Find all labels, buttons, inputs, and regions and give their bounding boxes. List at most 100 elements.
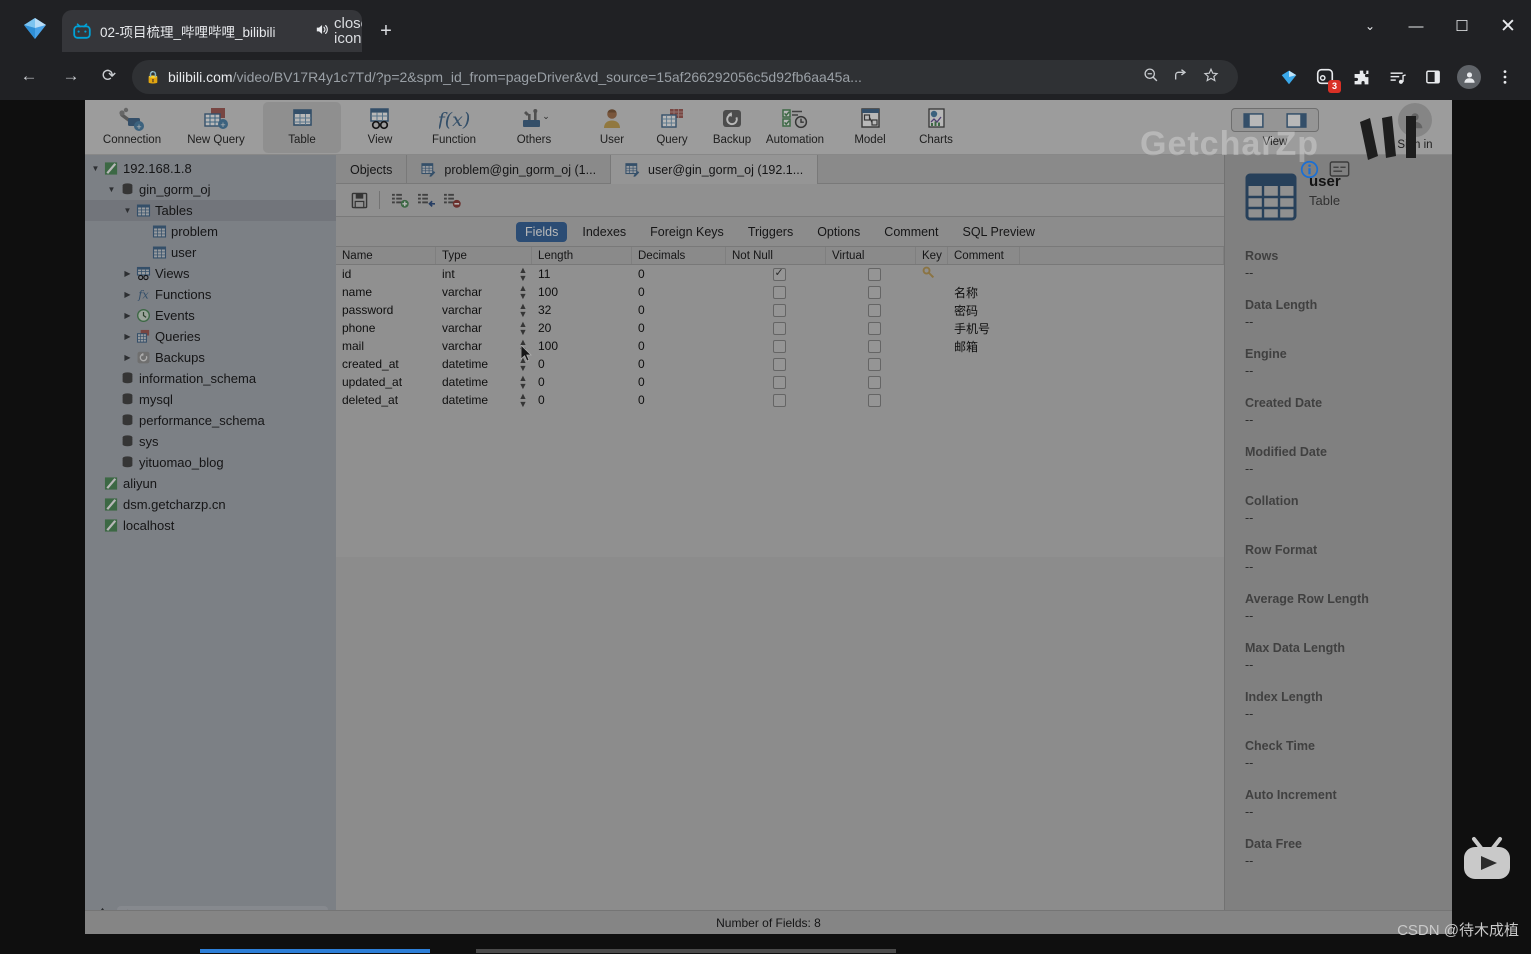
tab-search-icon[interactable]: ⌄ bbox=[1347, 19, 1393, 33]
field-row[interactable]: mailvarchar▲▼1000邮箱 bbox=[336, 337, 1224, 355]
window-close-button[interactable]: ✕ bbox=[1485, 15, 1531, 38]
field-name-cell[interactable]: created_at bbox=[336, 357, 436, 371]
field-row[interactable]: deleted_at datetime ▲ ▼ 0 0 bbox=[336, 391, 1224, 409]
field-key-cell[interactable] bbox=[916, 266, 948, 283]
field-name-cell[interactable]: updated_at bbox=[336, 375, 436, 389]
field-not-null-checkbox[interactable] bbox=[726, 321, 826, 335]
field-type-cell[interactable]: int bbox=[436, 267, 514, 281]
sidebar-item-user[interactable]: user bbox=[85, 242, 336, 263]
column-header-not-null[interactable]: Not Null bbox=[726, 247, 826, 264]
field-row[interactable]: updated_at datetime ▲ ▼ 0 0 bbox=[336, 373, 1224, 391]
diamond-extension-icon[interactable] bbox=[1271, 62, 1307, 92]
object-tab-1[interactable]: problem@gin_gorm_oj (1... bbox=[407, 155, 612, 184]
sidebar-item-problem[interactable]: problem bbox=[85, 221, 336, 242]
field-type-cell[interactable]: varchar bbox=[436, 321, 514, 335]
field-not-null-checkbox[interactable] bbox=[726, 339, 826, 353]
object-tab-2[interactable]: user@gin_gorm_oj (192.1... bbox=[611, 155, 819, 184]
checkbox[interactable] bbox=[772, 285, 786, 299]
save-icon[interactable] bbox=[346, 189, 372, 211]
video-subtitle-icon[interactable] bbox=[1329, 160, 1350, 182]
field-name-cell[interactable]: id bbox=[336, 267, 436, 281]
checkbox[interactable] bbox=[867, 357, 881, 371]
field-comment-cell[interactable]: 密码 bbox=[948, 302, 1020, 319]
field-comment-cell[interactable]: 邮箱 bbox=[948, 338, 1020, 355]
column-header-comment[interactable]: Comment bbox=[948, 247, 1020, 264]
sidebar-item-information-schema[interactable]: information_schema bbox=[85, 368, 336, 389]
subtab-options[interactable]: Options bbox=[808, 222, 869, 242]
video-progress-bar[interactable] bbox=[200, 949, 430, 953]
column-header-key[interactable]: Key bbox=[916, 247, 948, 264]
field-decimals-cell[interactable]: 0 bbox=[632, 285, 726, 299]
field-length-cell[interactable]: 20 bbox=[532, 321, 632, 335]
field-type-cell[interactable]: datetime bbox=[436, 375, 514, 389]
field-length-cell[interactable]: 32 bbox=[532, 303, 632, 317]
forward-button[interactable]: → bbox=[56, 61, 86, 91]
reading-list-icon[interactable] bbox=[1379, 62, 1415, 92]
field-length-cell[interactable]: 100 bbox=[532, 285, 632, 299]
checkbox[interactable] bbox=[772, 339, 786, 353]
reload-button[interactable]: ⟳ bbox=[94, 61, 124, 91]
type-stepper[interactable]: ▲▼ bbox=[514, 266, 532, 282]
delete-field-icon[interactable] bbox=[439, 189, 465, 211]
field-virtual-checkbox[interactable] bbox=[826, 375, 916, 389]
subtab-sql-preview[interactable]: SQL Preview bbox=[953, 222, 1043, 242]
field-not-null-checkbox[interactable] bbox=[726, 285, 826, 299]
sidebar-item-functions[interactable]: ▶ fx Functions bbox=[85, 284, 336, 305]
subtab-foreign-keys[interactable]: Foreign Keys bbox=[641, 222, 733, 242]
subtab-comment[interactable]: Comment bbox=[875, 222, 947, 242]
type-stepper[interactable]: ▲▼ bbox=[514, 392, 532, 408]
toolbar-function[interactable]: f(x) Function bbox=[415, 102, 493, 153]
field-decimals-cell[interactable]: 0 bbox=[632, 321, 726, 335]
field-name-cell[interactable]: phone bbox=[336, 321, 436, 335]
type-stepper[interactable]: ▲▼ bbox=[514, 284, 532, 300]
field-name-cell[interactable]: deleted_at bbox=[336, 393, 436, 407]
sidebar-item-aliyun[interactable]: aliyun bbox=[85, 473, 336, 494]
field-length-cell[interactable]: 0 bbox=[532, 357, 632, 371]
chevron-right-icon[interactable]: ▶ bbox=[121, 290, 134, 299]
sidebar-item-mysql[interactable]: mysql bbox=[85, 389, 336, 410]
toolbar-others[interactable]: ⌄ Others bbox=[495, 102, 573, 153]
field-length-cell[interactable]: 0 bbox=[532, 393, 632, 407]
subtab-fields[interactable]: Fields bbox=[516, 221, 568, 242]
column-header-decimals[interactable]: Decimals bbox=[632, 247, 726, 264]
field-length-cell[interactable]: 0 bbox=[532, 375, 632, 389]
field-not-null-checkbox[interactable] bbox=[726, 357, 826, 371]
chrome-menu-icon[interactable] bbox=[1487, 62, 1523, 92]
field-row[interactable]: phone varchar ▲ ▼ 20 0 手机号 bbox=[336, 319, 1224, 337]
field-virtual-checkbox[interactable] bbox=[826, 285, 916, 299]
browser-tab[interactable]: 02-项目梳理_哔哩哔哩_bilibili close-icon bbox=[62, 10, 362, 52]
field-row[interactable]: created_at datetime ▲ ▼ 0 0 bbox=[336, 355, 1224, 373]
checkbox[interactable] bbox=[772, 375, 786, 389]
field-virtual-checkbox[interactable] bbox=[826, 393, 916, 407]
checkbox[interactable] bbox=[867, 285, 881, 299]
close-icon[interactable]: close-icon bbox=[334, 16, 362, 46]
type-stepper[interactable]: ▲▼ bbox=[514, 374, 532, 390]
field-row[interactable]: password varchar ▲ ▼ 32 0 密码 bbox=[336, 301, 1224, 319]
field-name-cell[interactable]: mail bbox=[336, 339, 436, 353]
address-bar[interactable]: 🔒 bilibili.com/video/BV17R4y1c7Td/?p=2&s… bbox=[132, 60, 1238, 94]
field-comment-cell[interactable]: 手机号 bbox=[948, 320, 1020, 337]
field-type-cell[interactable]: datetime bbox=[436, 357, 514, 371]
field-virtual-checkbox[interactable] bbox=[826, 357, 916, 371]
column-header-virtual[interactable]: Virtual bbox=[826, 247, 916, 264]
star-icon[interactable] bbox=[1196, 67, 1226, 87]
chevron-right-icon[interactable]: ▶ bbox=[121, 269, 134, 278]
sidebar-item-performance-schema[interactable]: performance_schema bbox=[85, 410, 336, 431]
checkbox[interactable] bbox=[772, 267, 786, 281]
field-decimals-cell[interactable]: 0 bbox=[632, 393, 726, 407]
field-name-cell[interactable]: password bbox=[336, 303, 436, 317]
checkbox[interactable] bbox=[867, 267, 881, 281]
sidebar-item-backups[interactable]: ▶ Backups bbox=[85, 347, 336, 368]
field-not-null-checkbox[interactable] bbox=[726, 393, 826, 407]
field-length-cell[interactable]: 100 bbox=[532, 339, 632, 353]
chevron-right-icon[interactable]: ▶ bbox=[121, 353, 134, 362]
field-type-cell[interactable]: varchar bbox=[436, 285, 514, 299]
field-type-cell[interactable]: datetime bbox=[436, 393, 514, 407]
sidebar-item-yituomao-blog[interactable]: yituomao_blog bbox=[85, 452, 336, 473]
column-header-name[interactable]: Name bbox=[336, 247, 436, 264]
sidebar-item-dsm-getcharzp-cn[interactable]: dsm.getcharzp.cn bbox=[85, 494, 336, 515]
toolbar-automation[interactable]: Automation bbox=[753, 102, 837, 153]
field-row[interactable]: name varchar ▲ ▼ 100 0 名称 bbox=[336, 283, 1224, 301]
video-info-icon[interactable] bbox=[1300, 160, 1319, 182]
lock-icon[interactable]: 🔒 bbox=[144, 70, 162, 84]
